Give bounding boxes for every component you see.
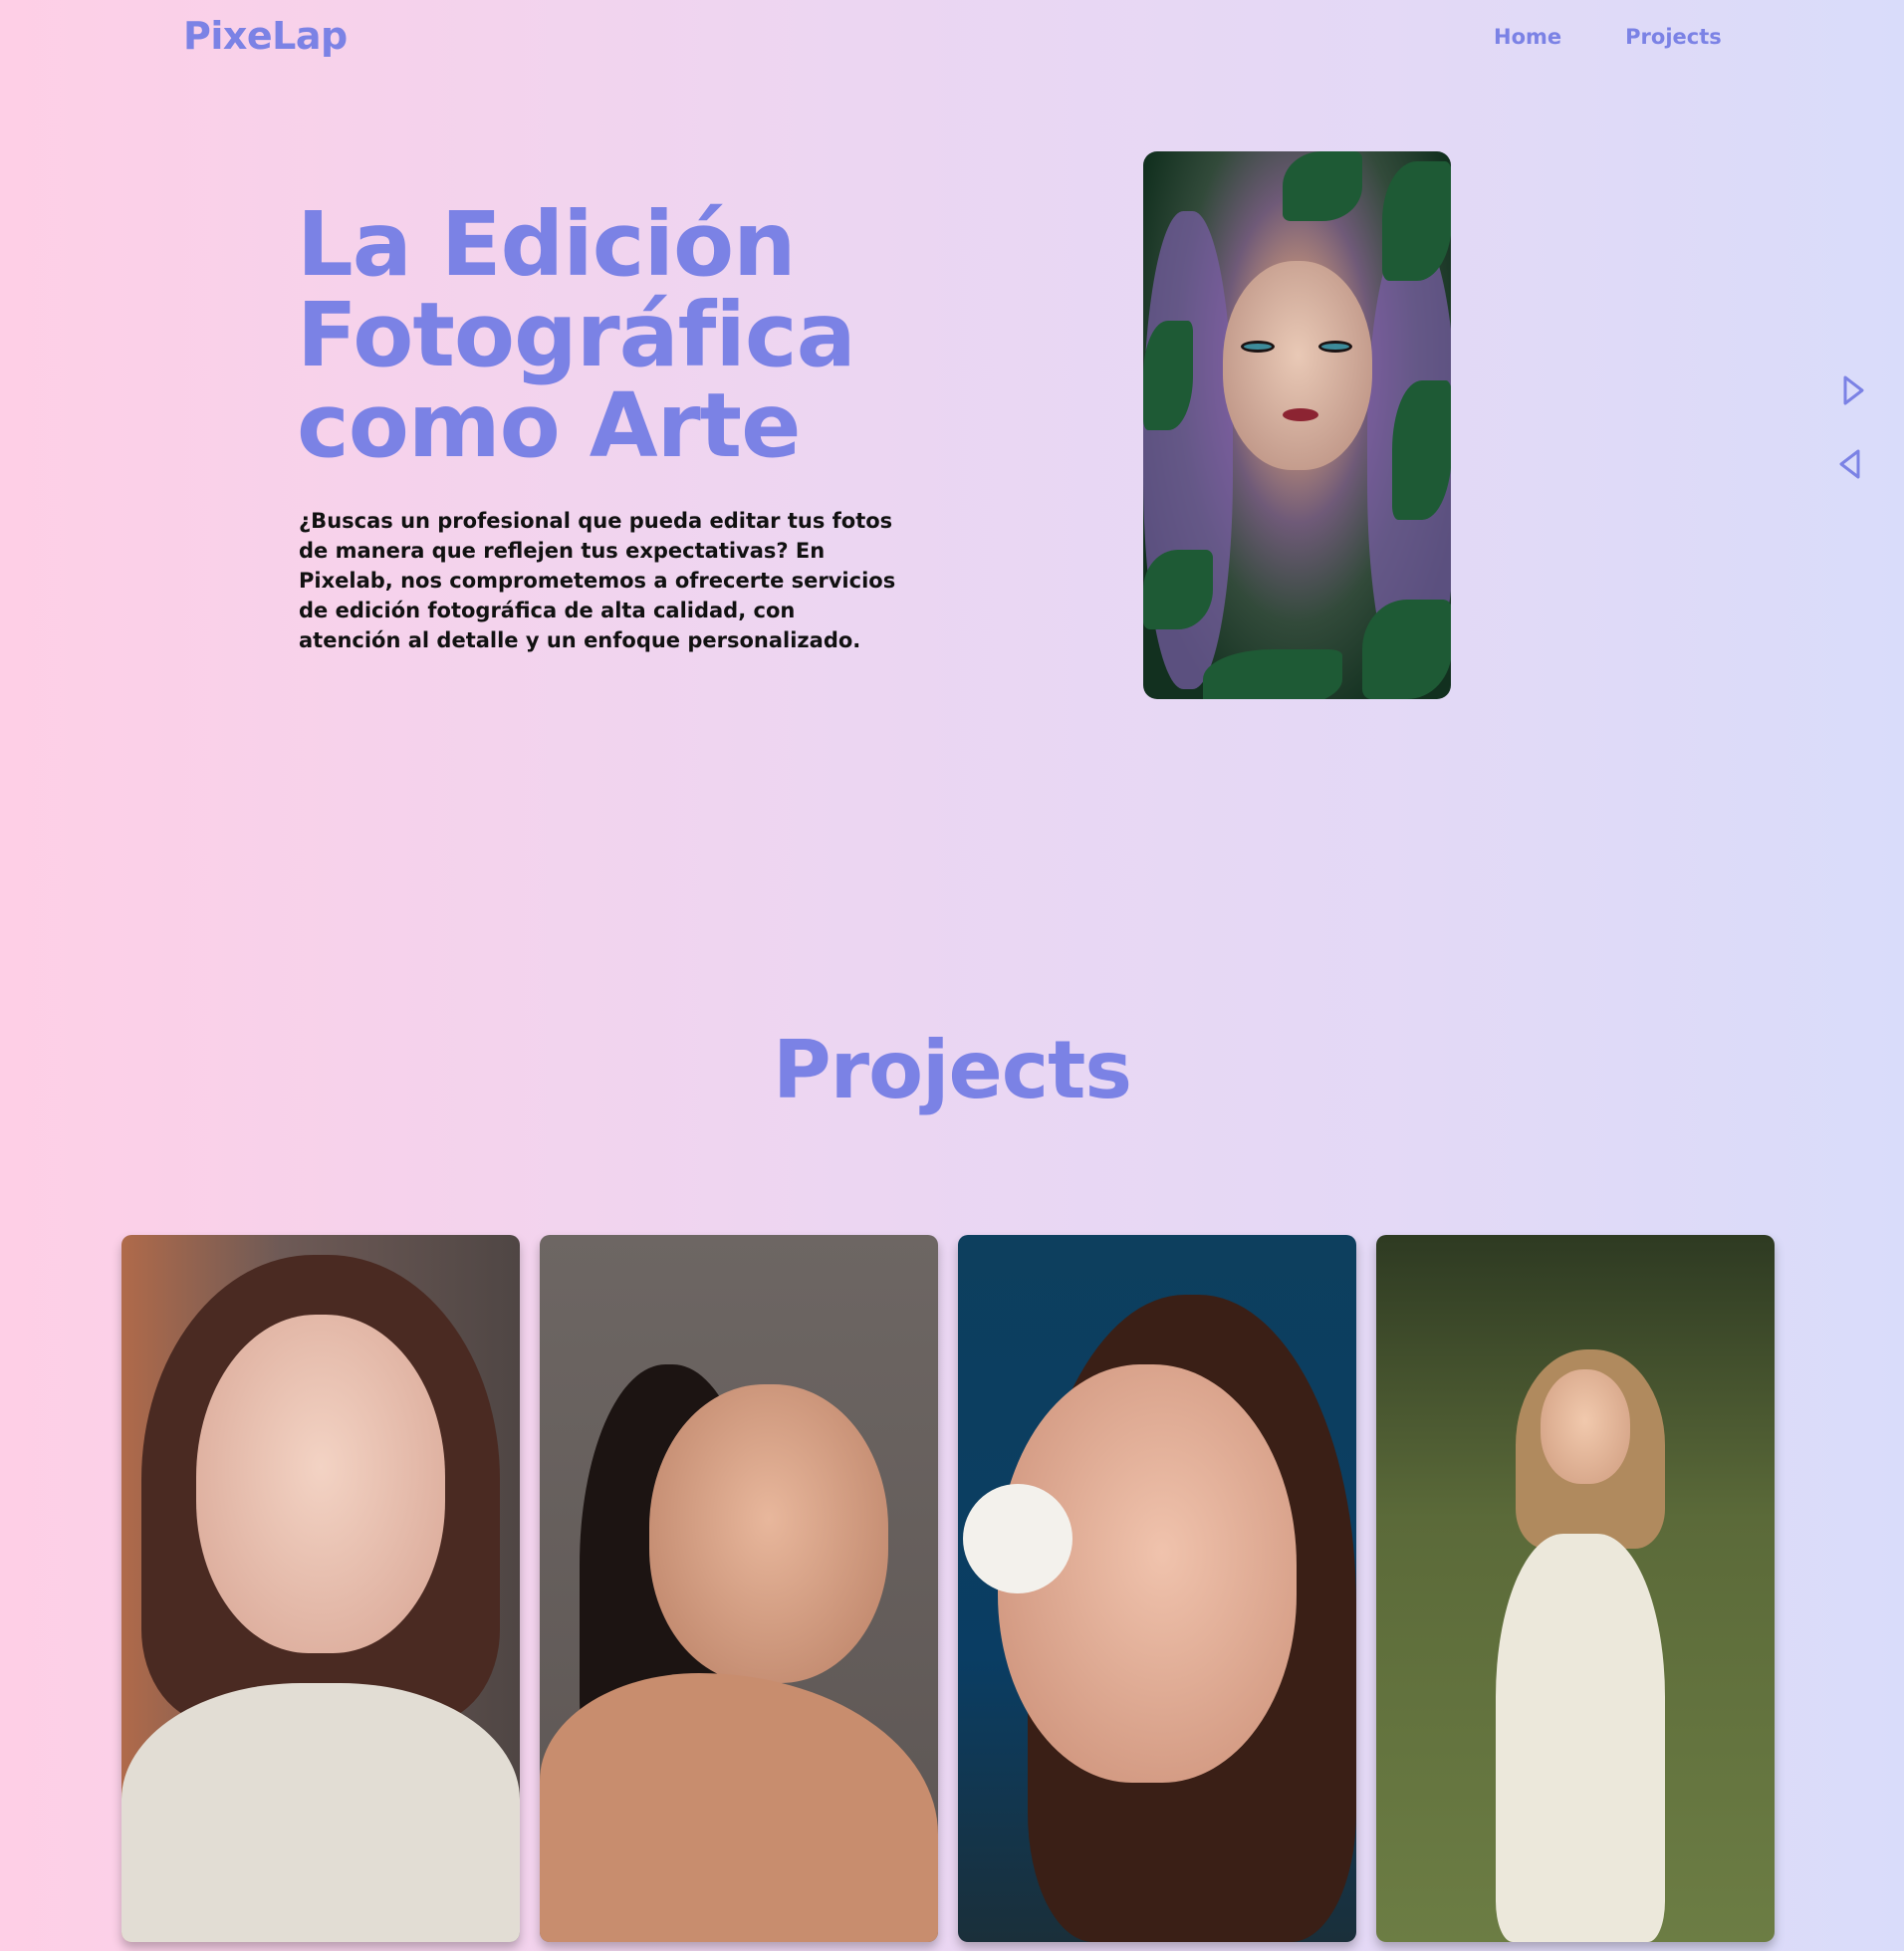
hero-title: La Edición Fotográfica como Arte [297, 199, 934, 471]
nav-home-link[interactable]: Home [1494, 25, 1561, 49]
face-shape [196, 1315, 445, 1653]
dress-shape [1496, 1534, 1665, 1942]
leaf-shape [1362, 600, 1451, 699]
eye-shape [1318, 341, 1352, 353]
face-shape [1223, 261, 1372, 470]
projects-gallery [121, 1235, 1775, 1942]
carousel-next-button[interactable] [1835, 372, 1871, 408]
hero-title-line: La Edición [297, 192, 797, 296]
project-card[interactable] [540, 1235, 938, 1942]
leaf-shape [1203, 649, 1342, 699]
leaf-shape [1392, 380, 1451, 520]
main-nav: Home Projects [1494, 25, 1722, 49]
triangle-right-icon [1843, 375, 1864, 405]
daisy-shape [963, 1484, 1072, 1593]
brand-logo[interactable]: PixeLap [183, 14, 348, 58]
leaf-shape [1143, 321, 1193, 430]
shoulder-shape [540, 1673, 938, 1942]
hero-title-line: como Arte [297, 373, 801, 477]
project-card[interactable] [958, 1235, 1356, 1942]
triangle-left-icon [1839, 449, 1860, 479]
sweater-shape [121, 1683, 520, 1942]
projects-title: Projects [772, 1024, 1132, 1116]
face-shape [1541, 1369, 1630, 1484]
face-shape [649, 1384, 888, 1683]
carousel-prev-button[interactable] [1832, 446, 1868, 482]
hero-title-line: Fotográfica [297, 283, 856, 386]
project-card[interactable] [1376, 1235, 1775, 1942]
project-card[interactable] [121, 1235, 520, 1942]
leaf-shape [1382, 161, 1451, 281]
lips-shape [1283, 408, 1318, 421]
leaf-shape [1143, 550, 1213, 629]
eye-shape [1241, 341, 1275, 353]
leaf-shape [1283, 151, 1362, 221]
hero-photo [1143, 151, 1451, 699]
nav-projects-link[interactable]: Projects [1625, 25, 1722, 49]
hero-description: ¿Buscas un profesional que pueda editar … [299, 509, 896, 652]
